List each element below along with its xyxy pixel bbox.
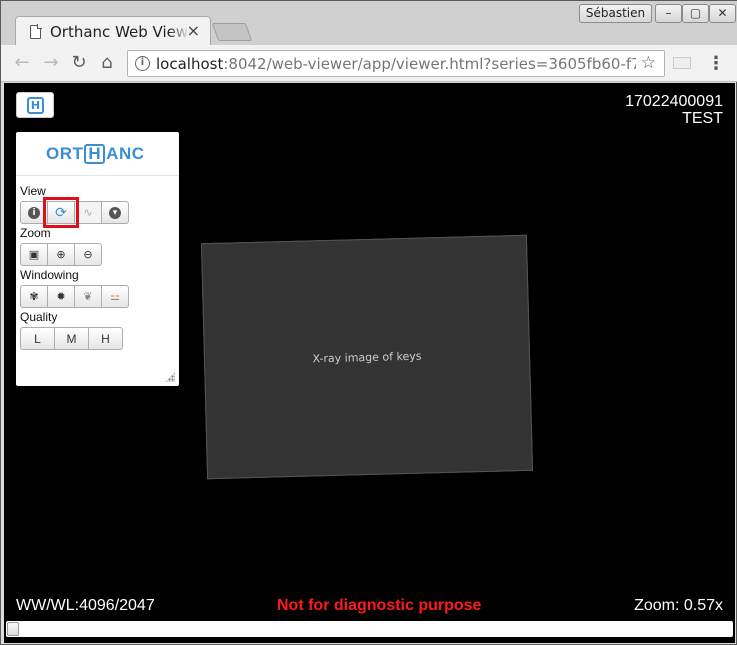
- new-tab-button[interactable]: [211, 23, 253, 41]
- zoom-in-button[interactable]: ⊕: [47, 243, 75, 266]
- wave-icon: ∿: [83, 206, 93, 219]
- zoom-in-icon: ⊕: [56, 248, 66, 261]
- browser-toolbar: ← → ↻ ⌂ i localhost:8042/web-viewer/app/…: [1, 45, 737, 82]
- series-slider-thumb[interactable]: [7, 622, 19, 636]
- more-options-button[interactable]: ▾: [101, 201, 129, 224]
- dicom-image[interactable]: X-ray image of keys: [200, 234, 534, 480]
- panel-resize-grip[interactable]: [165, 372, 175, 382]
- view-button-group: i ⟳ ∿ ▾: [20, 197, 129, 228]
- patient-name: TEST: [682, 110, 723, 127]
- diagnostic-warning: Not for diagnostic purpose: [277, 597, 482, 614]
- orthanc-logo-icon: H: [27, 97, 44, 114]
- zoom-button-group: ▣ ⊕ ⊖: [20, 243, 102, 266]
- quality-low-button[interactable]: L: [20, 327, 55, 350]
- rotate-icon: ⟳: [55, 204, 67, 221]
- browser-window: Orthanc Web Viewer × Sébastien – ▢ ✕ ← →…: [0, 0, 737, 645]
- tab-title: Orthanc Web Viewer: [50, 23, 190, 41]
- quality-section-label: Quality: [20, 310, 58, 324]
- back-icon[interactable]: ←: [11, 52, 33, 74]
- windowing-lung-button[interactable]: ❦: [74, 285, 102, 308]
- windowing-preset-1-button[interactable]: ✾: [20, 285, 48, 308]
- quality-high-button[interactable]: H: [88, 327, 123, 350]
- zoom-out-button[interactable]: ⊖: [74, 243, 102, 266]
- zoom-section-label: Zoom: [20, 226, 51, 240]
- windowing-button-group: ✾ ✹ ❦ ⚍: [20, 285, 129, 308]
- chevron-down-icon: ▾: [109, 206, 121, 219]
- cine-button[interactable]: ∿: [74, 201, 102, 224]
- quality-medium-button[interactable]: M: [54, 327, 89, 350]
- zoom-out-icon: ⊖: [83, 248, 93, 261]
- window-level-readout: WW/WL:4096/2047: [16, 597, 155, 614]
- brain-preset-icon: ✾: [29, 290, 39, 303]
- fit-window-button[interactable]: ▣: [20, 243, 48, 266]
- document-icon: [30, 24, 42, 39]
- bone-icon: ⚍: [110, 290, 120, 303]
- lung-icon: ❦: [83, 290, 93, 303]
- maximize-button[interactable]: ▢: [682, 4, 709, 23]
- url-host: localhost: [156, 55, 224, 73]
- forward-icon[interactable]: →: [40, 52, 62, 74]
- toggle-toolbox-button[interactable]: H: [16, 92, 54, 118]
- patient-id: 17022400091: [625, 93, 723, 110]
- orthanc-logo: ORT H ANC: [46, 144, 145, 164]
- view-section-label: View: [20, 184, 46, 198]
- browser-menu-icon[interactable]: ⋮: [707, 54, 725, 74]
- bookmark-star-icon[interactable]: ☆: [641, 53, 656, 73]
- image-placeholder: X-ray image of keys: [200, 234, 534, 480]
- reload-icon[interactable]: ↻: [68, 52, 90, 74]
- image-fit-icon: ▣: [28, 248, 40, 261]
- windowing-section-label: Windowing: [20, 268, 79, 282]
- info-button[interactable]: i: [20, 201, 48, 224]
- toolbox-panel: ORT H ANC View i ⟳ ∿ ▾ Zoom ▣ ⊕ ⊖ Windowin…: [16, 132, 179, 386]
- site-info-icon[interactable]: i: [135, 56, 150, 71]
- series-slider[interactable]: [6, 621, 733, 637]
- tab-strip: Orthanc Web Viewer × Sébastien – ▢ ✕: [1, 1, 737, 46]
- extension-icon[interactable]: [673, 57, 691, 69]
- orthanc-brand: ORT H ANC: [16, 132, 179, 176]
- windowing-preset-2-button[interactable]: ✹: [47, 285, 75, 308]
- abdomen-preset-icon: ✹: [56, 290, 66, 303]
- tab-close-icon[interactable]: ×: [187, 22, 200, 40]
- info-icon: i: [28, 206, 40, 219]
- tab-orthanc-viewer[interactable]: Orthanc Web Viewer ×: [15, 16, 211, 46]
- url-text[interactable]: localhost:8042/web-viewer/app/viewer.htm…: [156, 55, 636, 73]
- rotate-button[interactable]: ⟳: [43, 197, 79, 228]
- patient-info: 17022400091 TEST: [625, 93, 723, 127]
- url-path: :8042/web-viewer/app/viewer.html?series=…: [223, 55, 636, 73]
- quality-button-group: L M H: [20, 327, 123, 350]
- minimize-button[interactable]: –: [655, 4, 682, 23]
- profile-button[interactable]: Sébastien: [579, 4, 652, 23]
- dicom-viewer[interactable]: H 17022400091 TEST ORT H ANC View i ⟳ ∿ ▾ …: [4, 83, 735, 643]
- home-icon[interactable]: ⌂: [96, 52, 118, 74]
- zoom-readout: Zoom: 0.57x: [634, 597, 723, 614]
- windowing-bone-button[interactable]: ⚍: [101, 285, 129, 308]
- address-bar[interactable]: i localhost:8042/web-viewer/app/viewer.h…: [127, 50, 665, 77]
- close-window-button[interactable]: ✕: [709, 4, 736, 23]
